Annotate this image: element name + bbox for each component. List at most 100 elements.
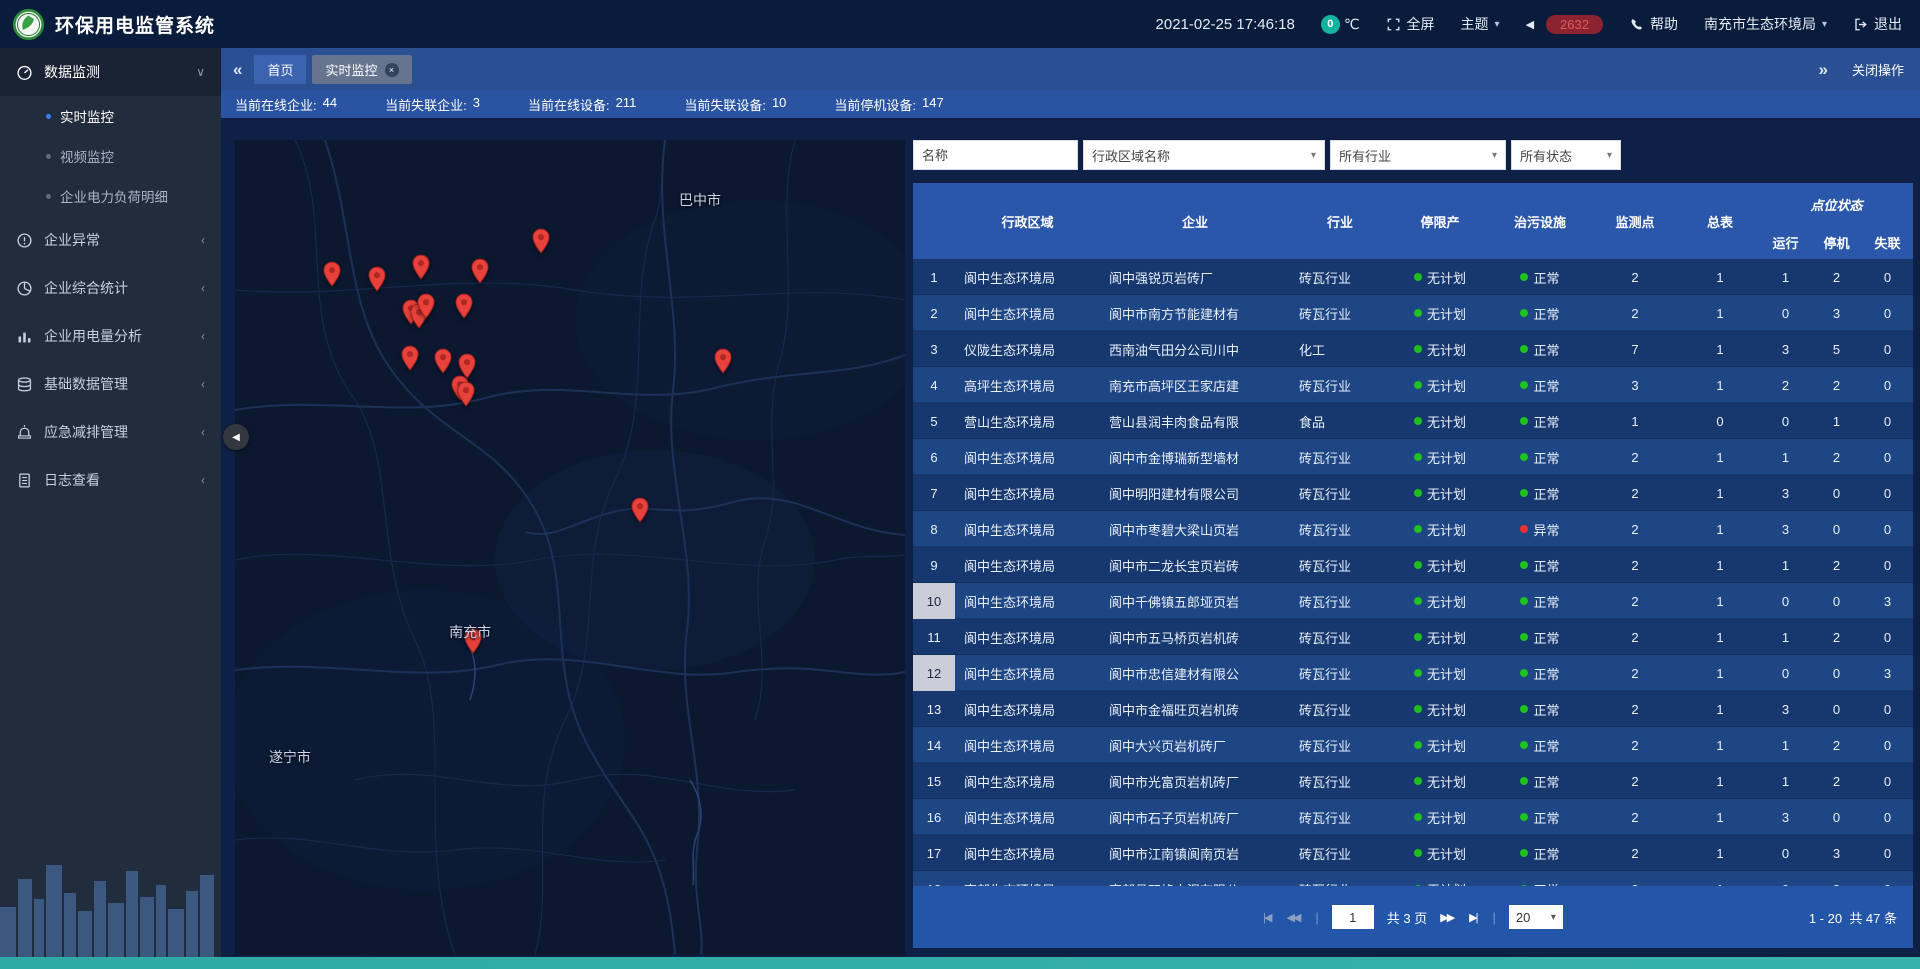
cell-idx: 2 xyxy=(913,295,955,331)
close-operations-button[interactable]: 关闭操作 xyxy=(1852,60,1904,79)
theme-dropdown[interactable]: 主题 ▾ xyxy=(1461,14,1500,34)
map-pin-icon[interactable] xyxy=(457,381,476,412)
cell-region: 阆中生态环境局 xyxy=(955,259,1100,295)
map-pin-icon[interactable] xyxy=(471,258,490,289)
region-select-value: 行政区域名称 xyxy=(1092,146,1170,165)
map-pin-icon[interactable] xyxy=(416,293,435,324)
column-header-industry: 行业 xyxy=(1290,183,1390,259)
sidebar-group-emergency-reduction[interactable]: 应急减排管理 ‹ xyxy=(0,408,221,456)
sidebar-group-label: 企业用电量分析 xyxy=(44,326,142,346)
close-icon[interactable]: × xyxy=(385,63,399,77)
bullet-dot-icon xyxy=(46,114,51,119)
cell-points: 2 xyxy=(1590,727,1680,763)
cell-halt: 0 xyxy=(1811,655,1862,691)
help-button[interactable]: 帮助 xyxy=(1629,14,1678,34)
table-row[interactable]: 7阆中生态环境局阆中明阳建材有限公司砖瓦行业无计划正常21300 xyxy=(913,475,1913,511)
sidebar-group-logs[interactable]: 日志查看 ‹ xyxy=(0,456,221,504)
cell-lost: 0 xyxy=(1862,835,1913,871)
cell-points: 2 xyxy=(1590,763,1680,799)
table-row[interactable]: 2阆中生态环境局阆中市南方节能建材有砖瓦行业无计划正常21030 xyxy=(913,295,1913,331)
table-row[interactable]: 4高坪生态环境局南充市高坪区王家店建砖瓦行业无计划正常31220 xyxy=(913,367,1913,403)
sidebar-group-enterprise-anomaly[interactable]: 企业异常 ‹ xyxy=(0,216,221,264)
map-pin-icon[interactable] xyxy=(713,348,732,379)
notice-prev-icon[interactable]: ◀ xyxy=(1526,18,1534,31)
table-row[interactable]: 14阆中生态环境局阆中大兴页岩机砖厂砖瓦行业无计划正常21120 xyxy=(913,727,1913,763)
green-status-dot-icon xyxy=(1414,597,1422,605)
map-pin-icon[interactable] xyxy=(532,228,551,259)
table-row[interactable]: 11阆中生态环境局阆中市五马桥页岩机砖砖瓦行业无计划正常21120 xyxy=(913,619,1913,655)
sidebar-group-enterprise-statistics[interactable]: 企业综合统计 ‹ xyxy=(0,264,221,312)
tab-realtime-monitoring[interactable]: 实时监控 × xyxy=(312,55,411,84)
cell-region: 阆中生态环境局 xyxy=(955,655,1100,691)
help-label: 帮助 xyxy=(1650,14,1678,34)
page-number-input[interactable] xyxy=(1332,905,1374,929)
table-row[interactable]: 18南部生态环境局南部县双峰水泥有限公砖瓦行业无计划正常21030 xyxy=(913,871,1913,886)
cell-points: 7 xyxy=(1590,331,1680,367)
industry-select[interactable]: 所有行业 ▾ xyxy=(1330,140,1506,170)
tab-home[interactable]: 首页 xyxy=(254,55,306,84)
cell-company: 阆中千佛镇五郎垭页岩 xyxy=(1100,583,1290,619)
cell-idx: 6 xyxy=(913,439,955,475)
sidebar-item-video[interactable]: 视频监控 xyxy=(0,136,221,176)
cell-region: 高坪生态环境局 xyxy=(955,367,1100,403)
first-page-icon[interactable]: |◀ xyxy=(1263,911,1273,924)
table-row[interactable]: 10阆中生态环境局阆中千佛镇五郎垭页岩砖瓦行业无计划正常21003 xyxy=(913,583,1913,619)
table-row[interactable]: 17阆中生态环境局阆中市江南镇阆南页岩砖瓦行业无计划正常21030 xyxy=(913,835,1913,871)
map-pin-icon[interactable] xyxy=(630,497,649,528)
tabs-scroll-right-icon[interactable]: » xyxy=(1807,60,1840,80)
table-row[interactable]: 8阆中生态环境局阆中市枣碧大梁山页岩砖瓦行业无计划异常21300 xyxy=(913,511,1913,547)
map-pin-icon[interactable] xyxy=(323,261,342,292)
tabs-scroll-left-icon[interactable]: « xyxy=(221,60,254,80)
region-select[interactable]: 行政区域名称 ▾ xyxy=(1083,140,1325,170)
name-search-input[interactable] xyxy=(913,140,1078,170)
sidebar-group-base-data[interactable]: 基础数据管理 ‹ xyxy=(0,360,221,408)
last-page-icon[interactable]: ▶| xyxy=(1469,911,1479,924)
map-pin-icon[interactable] xyxy=(412,254,431,285)
sidebar-group-data-monitoring[interactable]: 数据监测 ∨ xyxy=(0,48,221,96)
sidebar-item-power-load-detail[interactable]: 企业电力负荷明细 xyxy=(0,176,221,216)
cell-meters: 0 xyxy=(1680,403,1760,439)
cell-industry: 砖瓦行业 xyxy=(1290,259,1390,295)
fullscreen-button[interactable]: 全屏 xyxy=(1386,14,1435,34)
map-collapse-toggle[interactable]: ◀ xyxy=(223,424,249,450)
tab-bar: « 首页 实时监控 × » 关闭操作 xyxy=(221,48,1920,91)
cell-idx: 16 xyxy=(913,799,955,835)
table-row[interactable]: 12阆中生态环境局阆中市忠信建材有限公砖瓦行业无计划正常21003 xyxy=(913,655,1913,691)
cell-idx: 15 xyxy=(913,763,955,799)
table-row[interactable]: 3仪陇生态环境局西南油气田分公司川中化工无计划正常71350 xyxy=(913,331,1913,367)
status-select[interactable]: 所有状态 ▾ xyxy=(1511,140,1621,170)
prev-page-icon[interactable]: ◀◀ xyxy=(1286,911,1302,924)
page-size-select[interactable]: 20 ▾ xyxy=(1509,905,1563,929)
stat-label: 当前停机设备: xyxy=(834,95,916,114)
table-row[interactable]: 1阆中生态环境局阆中强锐页岩砖厂砖瓦行业无计划正常21120 xyxy=(913,259,1913,295)
map-pin-icon[interactable] xyxy=(433,348,452,379)
chevron-down-icon: ▾ xyxy=(1822,19,1827,30)
table-row[interactable]: 9阆中生态环境局阆中市二龙长宝页岩砖砖瓦行业无计划正常21120 xyxy=(913,547,1913,583)
notice-count-badge[interactable]: 2632 xyxy=(1546,15,1603,34)
map-pin-icon[interactable] xyxy=(368,266,387,297)
logout-button[interactable]: 退出 xyxy=(1853,14,1902,34)
table-row[interactable]: 16阆中生态环境局阆中市石子页岩机砖厂砖瓦行业无计划正常21300 xyxy=(913,799,1913,835)
chevron-down-icon: ▾ xyxy=(1607,150,1612,161)
next-page-icon[interactable]: ▶▶ xyxy=(1440,911,1456,924)
table-row[interactable]: 6阆中生态环境局阆中市金博瑞新型墙材砖瓦行业无计划正常21120 xyxy=(913,439,1913,475)
map-pin-icon[interactable] xyxy=(400,345,419,376)
table-row[interactable]: 15阆中生态环境局阆中市光富页岩机砖厂砖瓦行业无计划正常21120 xyxy=(913,763,1913,799)
cell-run: 1 xyxy=(1760,727,1811,763)
cell-halt: 0 xyxy=(1811,475,1862,511)
org-dropdown[interactable]: 南充市生态环境局 ▾ xyxy=(1704,14,1827,34)
cell-run: 1 xyxy=(1760,619,1811,655)
stat-offline-devices: 当前失联设备: 10 xyxy=(684,95,786,114)
table-row[interactable]: 13阆中生态环境局阆中市金福旺页岩机砖砖瓦行业无计划正常21300 xyxy=(913,691,1913,727)
sidebar-group-label: 企业异常 xyxy=(44,230,100,250)
cell-idx: 4 xyxy=(913,367,955,403)
cell-run: 0 xyxy=(1760,835,1811,871)
map-pin-icon[interactable] xyxy=(455,293,474,324)
map[interactable]: 巴中市南充市遂宁市 xyxy=(235,140,905,955)
cell-run: 3 xyxy=(1760,475,1811,511)
table-row[interactable]: 5营山生态环境局营山县润丰肉食品有限食品无计划正常10010 xyxy=(913,403,1913,439)
sidebar-item-realtime[interactable]: 实时监控 xyxy=(0,96,221,136)
column-header-index xyxy=(913,183,955,259)
sidebar-group-power-analysis[interactable]: 企业用电量分析 ‹ xyxy=(0,312,221,360)
cell-lost: 0 xyxy=(1862,295,1913,331)
